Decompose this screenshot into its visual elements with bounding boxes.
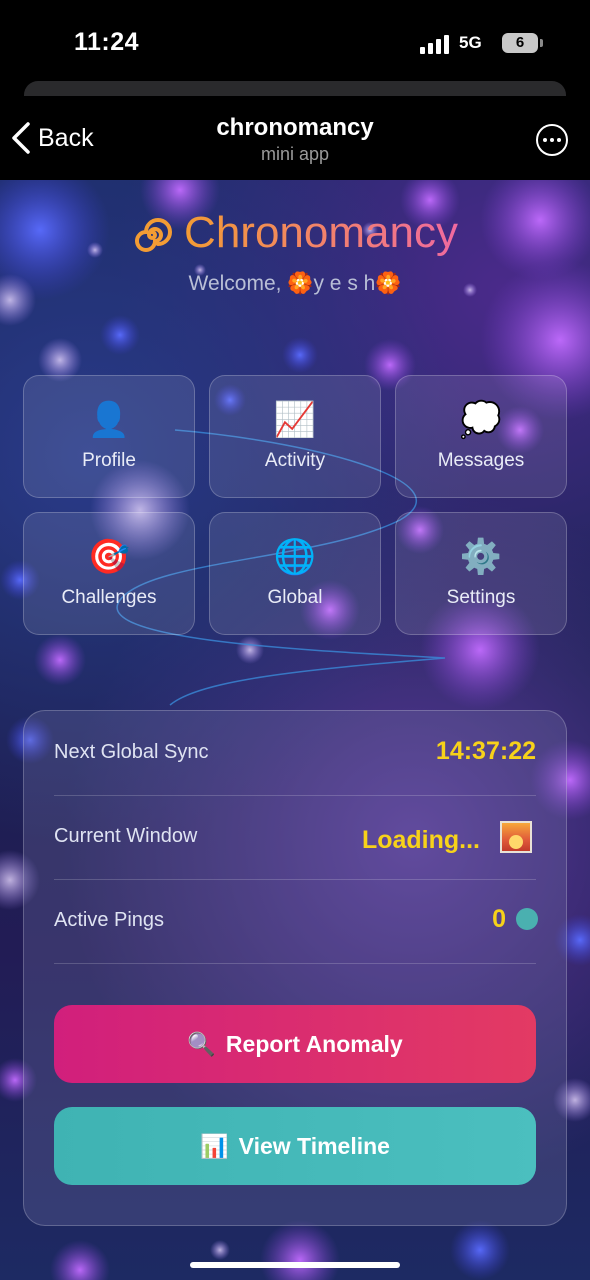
tile-label: Global [267, 587, 323, 608]
active-pings-row: Active Pings 0 [54, 879, 538, 964]
more-options-button[interactable] [536, 124, 568, 156]
sunrise-icon [500, 821, 532, 853]
globe-icon: 🌐 [273, 538, 317, 576]
report-anomaly-label: Report Anomaly [225, 1031, 403, 1057]
person-icon: 👤 [87, 401, 131, 439]
gear-icon: ⚙️ [459, 538, 503, 576]
tile-label: Settings [446, 587, 516, 608]
chart-up-icon: 📈 [273, 401, 317, 439]
active-pings-value: 0 [492, 905, 506, 933]
mini-app-title: chronomancy [216, 114, 374, 141]
status-time: 11:24 [74, 28, 140, 56]
ping-indicator-icon [516, 908, 538, 930]
app-container: Chronomancy Welcome, 🏵️y e s h🏵️ 👤 Profi… [0, 180, 590, 1280]
report-anomaly-button[interactable]: 🔍 Report Anomaly [54, 1005, 536, 1083]
app-brand: Chronomancy [0, 208, 590, 258]
tile-label: Activity [264, 450, 326, 471]
signal-icon [420, 34, 452, 54]
tile-activity[interactable]: 📈 Activity [209, 375, 381, 498]
tile-label: Challenges [61, 587, 157, 608]
tile-global[interactable]: 🌐 Global [209, 512, 381, 635]
mini-app-subtitle: mini app [260, 144, 330, 164]
tile-messages[interactable]: 💭 Messages [395, 375, 567, 498]
sync-status-panel: Next Global Sync 14:37:22 Current Window… [23, 710, 567, 1226]
active-pings-value-group: 0 [492, 905, 538, 934]
welcome-text: Welcome, 🏵️y e s h🏵️ [0, 272, 590, 296]
magnifier-icon: 🔍 [187, 1031, 216, 1057]
welcome-prefix: Welcome, [188, 272, 288, 295]
tile-settings[interactable]: ⚙️ Settings [395, 512, 567, 635]
app-title: Chronomancy [184, 208, 458, 257]
tile-label: Profile [82, 450, 136, 471]
bar-chart-icon: 📊 [200, 1133, 229, 1159]
mini-app-header: Back chronomancy mini app [0, 96, 590, 180]
user-name: y e s h [313, 272, 376, 295]
battery-icon: 6 [502, 33, 538, 53]
tile-profile[interactable]: 👤 Profile [23, 375, 195, 498]
flower-icon: 🏵️ [287, 272, 314, 295]
current-window-row: Current Window Loading... [54, 795, 536, 880]
battery-tip [540, 39, 543, 47]
current-window-value: Loading... [361, 826, 480, 854]
thought-bubble-icon: 💭 [459, 401, 503, 439]
flower-icon: 🏵️ [375, 272, 402, 295]
status-bar: 11:24 5G 6 [0, 0, 590, 82]
view-timeline-label: View Timeline [238, 1133, 390, 1159]
home-indicator[interactable] [190, 1262, 400, 1268]
target-icon: 🎯 [87, 538, 131, 576]
swirl-icon [135, 218, 173, 253]
tile-challenges[interactable]: 🎯 Challenges [23, 512, 195, 635]
current-window-value-group: Loading... [362, 821, 532, 855]
tile-label: Messages [437, 450, 525, 471]
next-sync-label: Next Global Sync [54, 741, 209, 763]
next-sync-row: Next Global Sync 14:37:22 [54, 711, 536, 796]
current-window-label: Current Window [54, 825, 198, 847]
active-pings-label: Active Pings [54, 909, 165, 931]
sheet-edge [24, 81, 566, 97]
next-sync-value: 14:37:22 [435, 737, 536, 765]
view-timeline-button[interactable]: 📊 View Timeline [54, 1107, 536, 1185]
network-type: 5G [459, 33, 482, 52]
